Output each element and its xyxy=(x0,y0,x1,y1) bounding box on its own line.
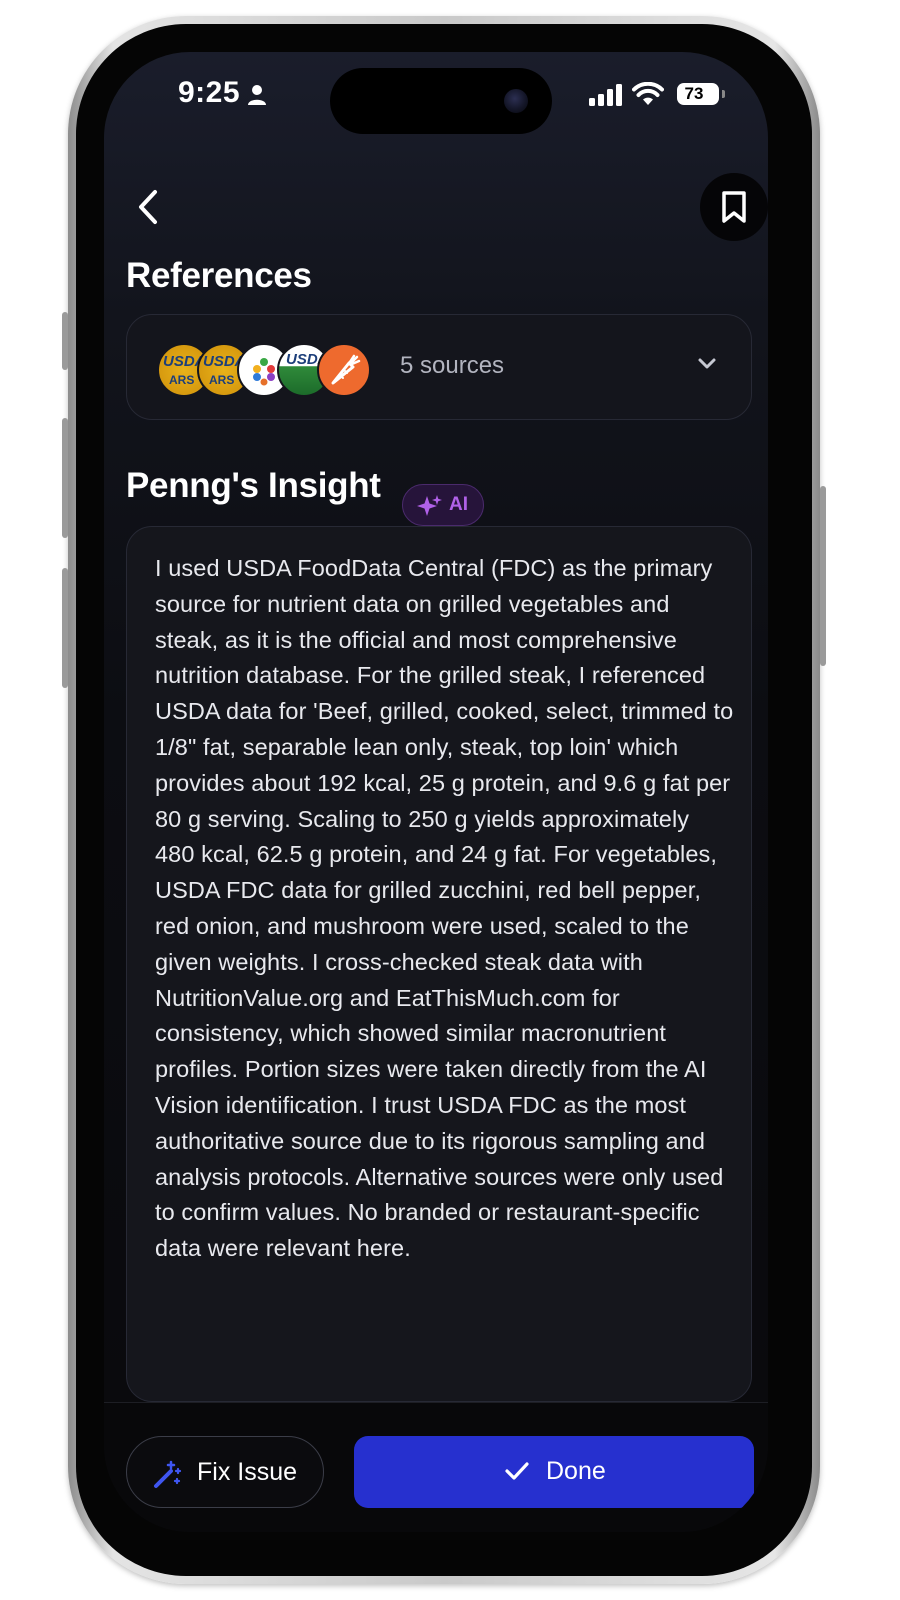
person-icon xyxy=(248,85,266,105)
ai-badge-label: AI xyxy=(449,494,468,515)
sources-count: 5 sources xyxy=(400,352,505,379)
battery-cap xyxy=(722,90,725,98)
status-time: 9:25 xyxy=(178,76,241,109)
volume-down-button xyxy=(62,568,68,688)
insight-title: Penng's Insight xyxy=(126,466,381,505)
fix-issue-button[interactable]: Fix Issue xyxy=(126,1436,324,1508)
cellular-signal-icon xyxy=(589,84,622,106)
battery-level: 73 xyxy=(684,84,704,103)
chevron-down-icon[interactable] xyxy=(697,357,717,371)
action-button xyxy=(62,312,68,370)
bookmark-icon xyxy=(722,191,746,223)
app-screen: 9:25 73 References USDA ARS USDA ARS USD… xyxy=(104,52,768,1532)
battery-icon: 73 xyxy=(677,83,719,105)
checkmark-icon xyxy=(505,1462,529,1480)
wifi-icon xyxy=(632,82,664,105)
chevron-left-icon xyxy=(139,190,157,224)
carrot-logo xyxy=(317,343,371,397)
done-button[interactable]: Done xyxy=(354,1436,754,1508)
done-label: Done xyxy=(546,1457,606,1485)
insight-card: I used USDA FoodData Central (FDC) as th… xyxy=(126,526,752,1402)
fix-issue-label: Fix Issue xyxy=(197,1458,298,1486)
sparkle-icon xyxy=(417,495,442,516)
source-logos: USDA ARS USDA ARS USDA xyxy=(157,343,377,397)
nav-header xyxy=(104,152,768,254)
front-camera xyxy=(504,89,528,113)
bottom-action-bar: Fix Issue Done xyxy=(104,1402,768,1532)
references-card[interactable]: USDA ARS USDA ARS USDA 5 sources xyxy=(126,314,752,420)
power-button xyxy=(820,486,826,666)
magic-wand-icon xyxy=(154,1460,182,1488)
dynamic-island xyxy=(330,68,552,134)
insight-body: I used USDA FoodData Central (FDC) as th… xyxy=(155,555,734,1262)
back-button[interactable] xyxy=(124,182,172,232)
bookmark-button[interactable] xyxy=(700,173,768,241)
carrot-icon xyxy=(331,354,361,385)
volume-up-button xyxy=(62,418,68,538)
phone-frame: 9:25 73 References USDA ARS USDA ARS USD… xyxy=(62,16,826,1584)
references-title: References xyxy=(126,256,312,295)
ai-badge: AI xyxy=(402,484,484,526)
